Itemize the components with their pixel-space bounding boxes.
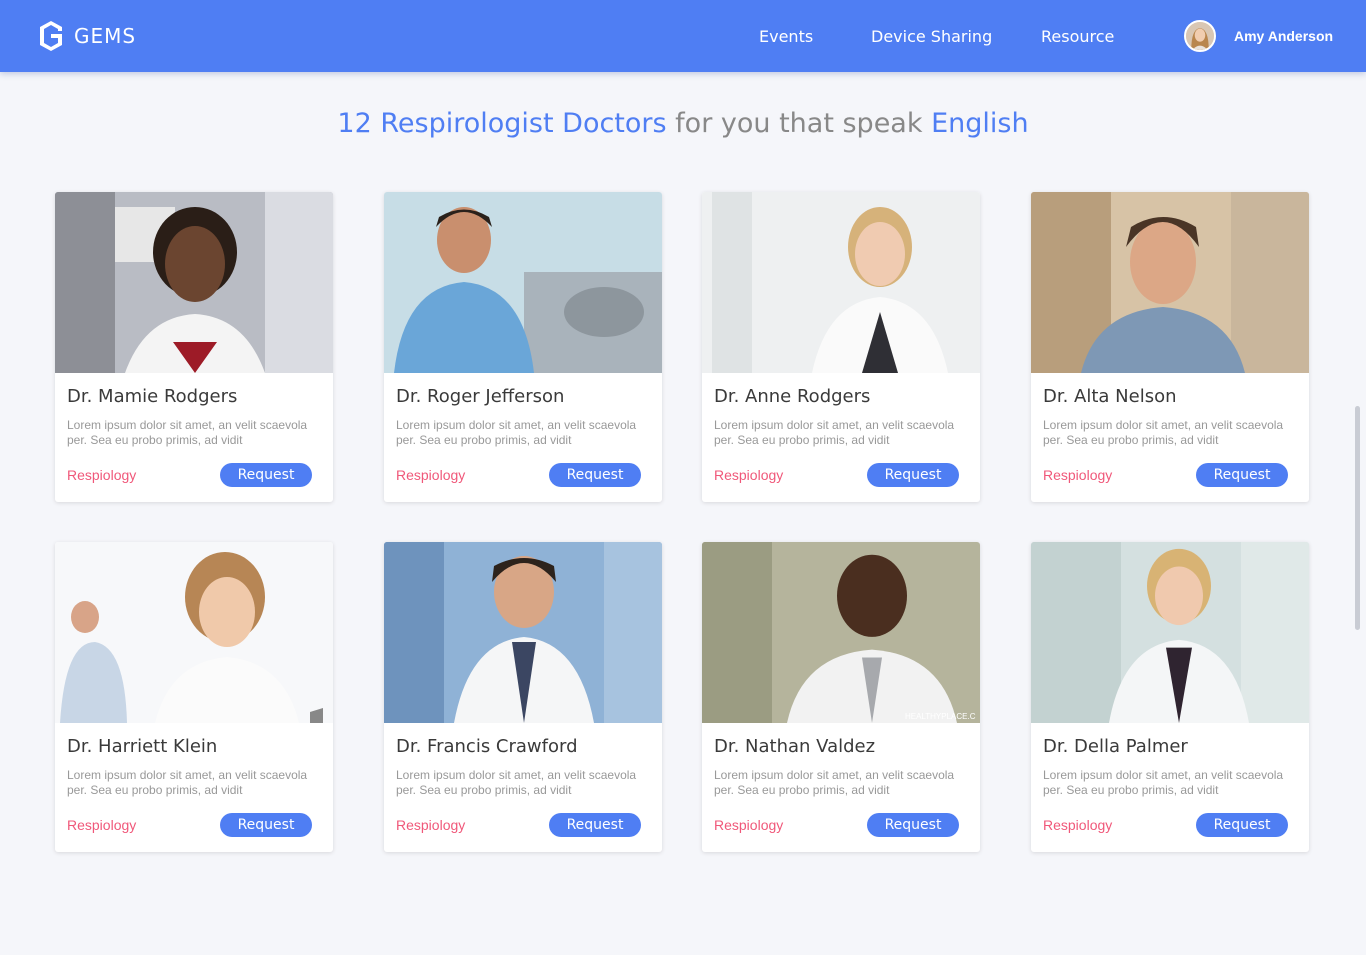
doctor-specialty: Respiology bbox=[396, 817, 466, 833]
doctor-card: Dr. Harriett Klein Lorem ipsum dolor sit… bbox=[55, 542, 333, 852]
top-navbar: GEMS Events Device Sharing Resource Amy … bbox=[0, 0, 1366, 72]
doctor-photo bbox=[55, 542, 333, 723]
heading-language: English bbox=[931, 108, 1029, 139]
doctor-card: HEALTHYPLACE.C Dr. Nathan Valdez Lorem i… bbox=[702, 542, 980, 852]
doctor-specialty: Respiology bbox=[1043, 467, 1113, 483]
request-button[interactable]: Request bbox=[867, 813, 959, 837]
doctor-card: Dr. Roger Jefferson Lorem ipsum dolor si… bbox=[384, 192, 662, 502]
request-button[interactable]: Request bbox=[1196, 813, 1288, 837]
doctor-description: Lorem ipsum dolor sit amet, an velit sca… bbox=[714, 418, 955, 447]
doctor-specialty: Respiology bbox=[396, 467, 466, 483]
request-button[interactable]: Request bbox=[220, 463, 312, 487]
doctor-description: Lorem ipsum dolor sit amet, an velit sca… bbox=[1043, 418, 1284, 447]
doctor-photo bbox=[55, 192, 333, 373]
brand-logo[interactable]: GEMS bbox=[38, 19, 136, 53]
nav-link-resource[interactable]: Resource bbox=[1041, 27, 1114, 46]
doctor-specialty: Respiology bbox=[714, 817, 784, 833]
doctor-name[interactable]: Dr. Nathan Valdez bbox=[714, 736, 875, 757]
doctor-card: Dr. Della Palmer Lorem ipsum dolor sit a… bbox=[1031, 542, 1309, 852]
doctor-photo bbox=[702, 192, 980, 373]
doctor-card: Dr. Francis Crawford Lorem ipsum dolor s… bbox=[384, 542, 662, 852]
doctor-name[interactable]: Dr. Francis Crawford bbox=[396, 736, 578, 757]
doctor-specialty: Respiology bbox=[67, 467, 137, 483]
doctor-card: Dr. Alta Nelson Lorem ipsum dolor sit am… bbox=[1031, 192, 1309, 502]
photo-watermark: HEALTHYPLACE.C bbox=[905, 712, 976, 721]
results-heading: 12 Respirologist Doctors for you that sp… bbox=[0, 108, 1366, 139]
brand-name: GEMS bbox=[74, 24, 137, 48]
doctor-name[interactable]: Dr. Alta Nelson bbox=[1043, 386, 1177, 407]
doctor-specialty: Respiology bbox=[1043, 817, 1113, 833]
doctor-description: Lorem ipsum dolor sit amet, an velit sca… bbox=[396, 768, 637, 797]
doctor-description: Lorem ipsum dolor sit amet, an velit sca… bbox=[67, 418, 308, 447]
request-button[interactable]: Request bbox=[549, 463, 641, 487]
doctor-card: Dr. Mamie Rodgers Lorem ipsum dolor sit … bbox=[55, 192, 333, 502]
doctor-specialty: Respiology bbox=[714, 467, 784, 483]
doctor-name[interactable]: Dr. Anne Rodgers bbox=[714, 386, 870, 407]
doctor-name[interactable]: Dr. Roger Jefferson bbox=[396, 386, 564, 407]
doctor-specialty: Respiology bbox=[67, 817, 137, 833]
doctor-name[interactable]: Dr. Harriett Klein bbox=[67, 736, 217, 757]
heading-count-specialty: 12 Respirologist Doctors bbox=[337, 108, 667, 139]
doctor-description: Lorem ipsum dolor sit amet, an velit sca… bbox=[67, 768, 308, 797]
doctor-photo: HEALTHYPLACE.C bbox=[702, 542, 980, 723]
doctor-photo bbox=[384, 192, 662, 373]
user-avatar bbox=[1184, 20, 1216, 52]
heading-middle-text: for you that speak bbox=[675, 108, 923, 139]
nav-link-device-sharing[interactable]: Device Sharing bbox=[871, 27, 992, 46]
doctor-photo bbox=[384, 542, 662, 723]
doctor-name[interactable]: Dr. Mamie Rodgers bbox=[67, 386, 237, 407]
doctor-description: Lorem ipsum dolor sit amet, an velit sca… bbox=[714, 768, 955, 797]
request-button[interactable]: Request bbox=[867, 463, 959, 487]
user-menu[interactable]: Amy Anderson bbox=[1184, 20, 1333, 52]
page-scrollbar[interactable] bbox=[1355, 406, 1360, 630]
request-button[interactable]: Request bbox=[1196, 463, 1288, 487]
request-button[interactable]: Request bbox=[549, 813, 641, 837]
nav-link-events[interactable]: Events bbox=[759, 27, 813, 46]
user-name: Amy Anderson bbox=[1234, 28, 1334, 44]
request-button[interactable]: Request bbox=[220, 813, 312, 837]
doctor-photo bbox=[1031, 192, 1309, 373]
doctor-name[interactable]: Dr. Della Palmer bbox=[1043, 736, 1188, 757]
doctor-card: Dr. Anne Rodgers Lorem ipsum dolor sit a… bbox=[702, 192, 980, 502]
doctor-description: Lorem ipsum dolor sit amet, an velit sca… bbox=[1043, 768, 1284, 797]
doctor-photo bbox=[1031, 542, 1309, 723]
doctor-description: Lorem ipsum dolor sit amet, an velit sca… bbox=[396, 418, 637, 447]
gems-logo-icon bbox=[40, 21, 62, 51]
